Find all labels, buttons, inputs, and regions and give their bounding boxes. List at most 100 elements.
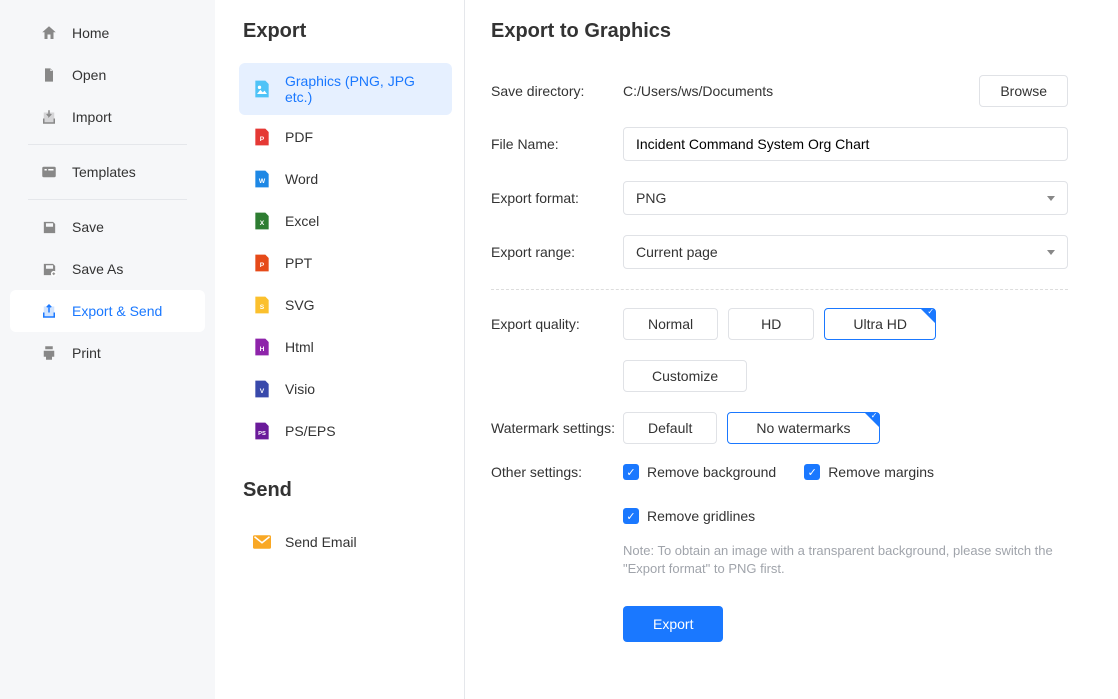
export-icon [40,302,58,320]
email-icon [253,532,271,552]
sidebar-item-open[interactable]: Open [0,54,215,96]
sidebar-item-save-as[interactable]: Save As [0,248,215,290]
export-item-label: PDF [285,129,313,145]
templates-icon [40,163,58,181]
export-item-graphics[interactable]: Graphics (PNG, JPG etc.) [239,63,452,115]
sidebar-item-home[interactable]: Home [0,12,215,54]
export-item-label: Excel [285,213,319,229]
checkbox-remove-bg[interactable]: ✓ Remove background [623,464,776,480]
html-file-icon: H [253,337,271,357]
print-icon [40,344,58,362]
svg-text:H: H [260,346,265,353]
filename-input[interactable] [623,127,1068,161]
export-section-title: Export [243,20,452,43]
quality-ultrahd-button[interactable]: Ultra HD ✓ [824,308,936,340]
import-icon [40,108,58,126]
watermark-default-button[interactable]: Default [623,412,717,444]
export-item-svg[interactable]: S SVG [239,285,452,325]
image-file-icon [253,79,271,99]
quality-ultrahd-label: Ultra HD [853,316,907,332]
export-item-ppt[interactable]: P PPT [239,243,452,283]
sidebar-item-export-send[interactable]: Export & Send [10,290,205,332]
format-label: Export format: [491,190,623,206]
format-select[interactable]: PNG [623,181,1068,215]
send-item-label: Send Email [285,534,357,550]
export-item-label: Word [285,171,318,187]
chevron-down-icon [1047,196,1055,201]
page-title: Export to Graphics [491,20,1068,43]
main-panel: Export to Graphics Save directory: C:/Us… [465,0,1118,699]
check-icon: ✓ [871,412,878,420]
export-panel: Export Graphics (PNG, JPG etc.) P PDF W … [215,0,465,699]
export-item-html[interactable]: H Html [239,327,452,367]
watermark-none-label: No watermarks [756,420,850,436]
browse-button[interactable]: Browse [979,75,1068,107]
divider [491,289,1068,290]
range-label: Export range: [491,244,623,260]
ps-file-icon: PS [253,421,271,441]
watermark-none-button[interactable]: No watermarks ✓ [727,412,879,444]
chevron-down-icon [1047,250,1055,255]
checkbox-remove-gridlines[interactable]: ✓ Remove gridlines [623,508,755,524]
sidebar-item-label: Open [72,67,106,83]
sidebar-item-templates[interactable]: Templates [0,151,215,193]
sidebar-item-label: Save As [72,261,123,277]
ppt-file-icon: P [253,253,271,273]
sidebar-item-label: Save [72,219,104,235]
range-select[interactable]: Current page [623,235,1068,269]
quality-hd-button[interactable]: HD [728,308,814,340]
export-item-label: PPT [285,255,312,271]
svg-text:P: P [260,262,265,269]
export-item-label: Visio [285,381,315,397]
format-value: PNG [636,190,666,206]
customize-button[interactable]: Customize [623,360,747,392]
sidebar-item-label: Templates [72,164,136,180]
sidebar-item-label: Home [72,25,109,41]
sidebar: Home Open Import Templates Save Save As [0,0,215,699]
save-dir-label: Save directory: [491,83,623,99]
save-dir-value: C:/Users/ws/Documents [623,83,969,99]
checkbox-icon: ✓ [623,464,639,480]
export-item-ps-eps[interactable]: PS PS/EPS [239,411,452,451]
svg-text:W: W [259,178,266,185]
export-item-pdf[interactable]: P PDF [239,117,452,157]
export-item-label: SVG [285,297,315,313]
send-item-email[interactable]: Send Email [239,522,452,562]
home-icon [40,24,58,42]
checkbox-label: Remove background [647,464,776,480]
sidebar-item-label: Export & Send [72,303,162,319]
export-item-excel[interactable]: X Excel [239,201,452,241]
svg-text:PS: PS [258,431,266,437]
sidebar-item-label: Print [72,345,101,361]
checkbox-label: Remove gridlines [647,508,755,524]
range-value: Current page [636,244,718,260]
export-button[interactable]: Export [623,606,723,642]
document-icon [40,66,58,84]
svg-text:X: X [260,220,265,227]
other-label: Other settings: [491,464,623,480]
export-item-visio[interactable]: V Visio [239,369,452,409]
note-text: Note: To obtain an image with a transpar… [623,542,1068,578]
visio-file-icon: V [253,379,271,399]
export-item-word[interactable]: W Word [239,159,452,199]
checkbox-remove-margins[interactable]: ✓ Remove margins [804,464,934,480]
svg-text:V: V [260,388,265,395]
watermark-label: Watermark settings: [491,420,623,436]
svg-file-icon: S [253,295,271,315]
check-icon: ✓ [927,308,934,316]
sidebar-item-import[interactable]: Import [0,96,215,138]
save-as-icon [40,260,58,278]
filename-label: File Name: [491,136,623,152]
export-item-label: PS/EPS [285,423,336,439]
quality-normal-button[interactable]: Normal [623,308,718,340]
checkbox-label: Remove margins [828,464,934,480]
export-item-label: Html [285,339,314,355]
save-icon [40,218,58,236]
sidebar-item-save[interactable]: Save [0,206,215,248]
sidebar-item-print[interactable]: Print [0,332,215,374]
svg-text:S: S [260,304,265,311]
pdf-file-icon: P [253,127,271,147]
export-item-label: Graphics (PNG, JPG etc.) [285,73,438,105]
send-section-title: Send [243,479,452,502]
checkbox-icon: ✓ [623,508,639,524]
